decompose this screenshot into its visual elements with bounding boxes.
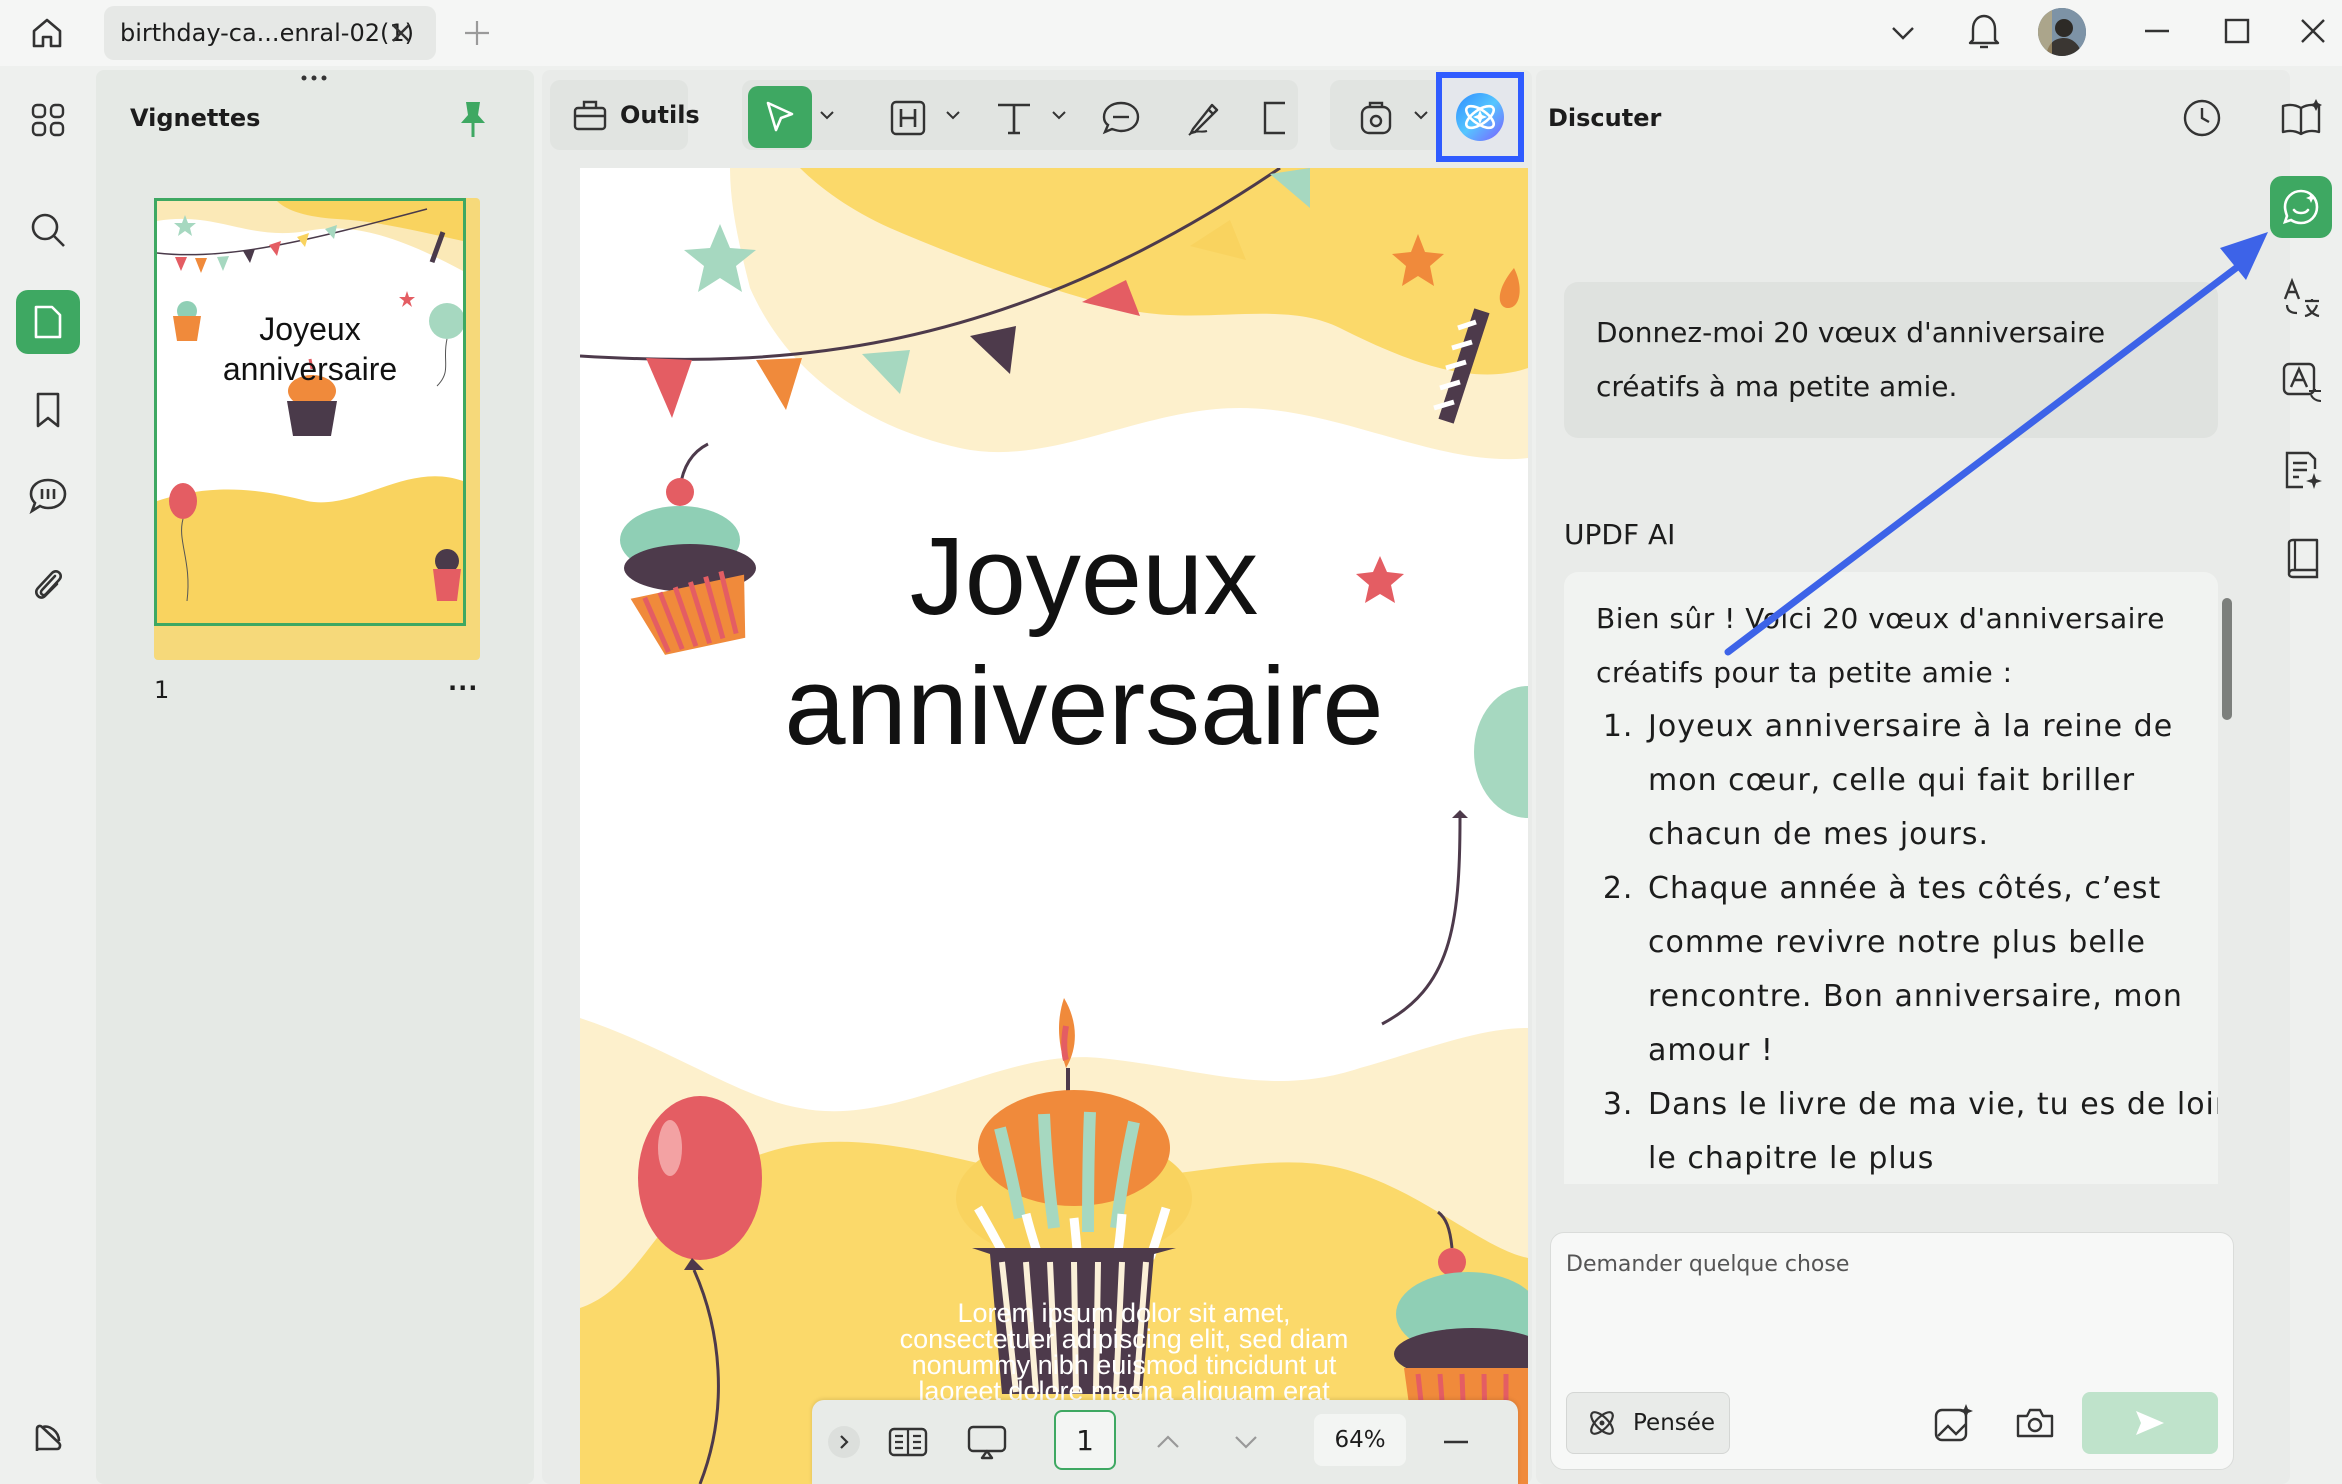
ai-response-bubble: Bien sûr ! Voici 20 vœux d'anniversaire … xyxy=(1564,572,2218,1184)
thumbnails-title: Vignettes xyxy=(130,104,261,132)
presentation-icon[interactable] xyxy=(964,1420,1010,1464)
comments-icon[interactable] xyxy=(22,472,74,520)
image-sparkle-icon[interactable] xyxy=(1930,1400,1976,1446)
lorem-line: nonummy nibh euismod tincidunt ut xyxy=(911,1350,1337,1380)
list-item: Dans le livre de ma vie, tu es de loin l… xyxy=(1644,1078,2218,1184)
list-item: Chaque année à tes côtés, c’est comme re… xyxy=(1644,862,2218,1078)
thumbnail-page-number: 1 xyxy=(154,676,170,704)
user-message-bubble: Donnez-moi 20 vœux d'anniversaire créati… xyxy=(1564,282,2218,438)
card-heading-line1: Joyeux xyxy=(909,515,1259,638)
bookmark-icon[interactable] xyxy=(24,386,72,434)
tab-title: birthday-ca...enral-02(1) xyxy=(120,19,414,47)
attachment-icon[interactable] xyxy=(26,560,70,608)
pin-icon[interactable] xyxy=(452,96,494,142)
translate-icon[interactable] xyxy=(2278,274,2326,322)
card-body-text: Lorem ipsum dolor sit amet, consectetuer… xyxy=(780,1298,1468,1405)
page-up-icon[interactable] xyxy=(1150,1424,1186,1460)
minimize-icon[interactable] xyxy=(2138,12,2176,50)
lorem-line: Lorem ipsum dolor sit amet, xyxy=(957,1298,1291,1328)
book-icon[interactable] xyxy=(2278,534,2326,582)
ai-intro-line: créatifs pour ta petite amie : xyxy=(1596,656,2013,689)
tools-button[interactable]: Outils xyxy=(550,80,700,150)
thumbnail-heading-line1: Joyeux xyxy=(259,311,361,347)
bell-icon[interactable] xyxy=(1964,8,2004,54)
svg-text:laoreet dolore magna aliquam e: laoreet dolore magna aliquam erat xyxy=(257,477,364,484)
ai-label: UPDF AI xyxy=(1564,518,1676,551)
ai-assistant-icon[interactable] xyxy=(2270,176,2332,238)
zoom-level[interactable]: 64% xyxy=(1314,1414,1406,1466)
ai-intro-line: Bien sûr ! Voici 20 vœux d'anniversaire xyxy=(1596,602,2166,635)
toolbox-icon xyxy=(572,98,608,132)
new-tab-icon[interactable] xyxy=(458,14,496,52)
window-close-icon[interactable] xyxy=(2294,12,2332,50)
comment-tool-icon[interactable] xyxy=(1096,94,1146,142)
tools-label: Outils xyxy=(620,101,700,129)
thinking-label: Pensée xyxy=(1633,1410,1716,1436)
pen-tool-icon[interactable] xyxy=(1180,94,1228,142)
card-heading-line2: anniversaire xyxy=(784,645,1384,768)
atom-icon xyxy=(1585,1406,1619,1440)
chat-input-placeholder: Demander quelque chose xyxy=(1566,1252,1850,1277)
search-icon[interactable] xyxy=(24,206,72,254)
avatar[interactable] xyxy=(2038,8,2086,56)
user-message-line: créatifs à ma petite amie. xyxy=(1596,370,1958,403)
history-icon[interactable] xyxy=(2180,96,2224,140)
user-message-line: Donnez-moi 20 vœux d'anniversaire xyxy=(1596,316,2106,349)
pages-icon[interactable] xyxy=(16,290,80,354)
left-sidebar xyxy=(0,66,96,1484)
ocr-translate-icon[interactable] xyxy=(2278,358,2326,406)
thumbnail-heading: Joyeux anniversaire xyxy=(157,309,463,389)
list-item: Joyeux anniversaire à la reine de mon cœ… xyxy=(1644,700,2218,862)
chevron-right-icon[interactable] xyxy=(828,1426,860,1458)
send-icon xyxy=(2136,1411,2164,1435)
highlight-tool-icon[interactable] xyxy=(884,94,932,142)
select-tool-button[interactable] xyxy=(748,86,812,148)
user-message: Donnez-moi 20 vœux d'anniversaire créati… xyxy=(1564,282,2218,414)
zoom-out-icon[interactable] xyxy=(1436,1424,1476,1460)
page-thumbnail[interactable]: Lorem ipsum dolor sit amet, consectetuer… xyxy=(154,198,466,626)
text-tool-icon[interactable] xyxy=(990,94,1038,142)
thinking-button[interactable]: Pensée xyxy=(1566,1392,1730,1454)
svg-text:Lorem ipsum dolor sit amet,: Lorem ipsum dolor sit amet, xyxy=(267,450,353,457)
thumbnail-heading-line2: anniversaire xyxy=(222,351,398,387)
grid-icon[interactable] xyxy=(24,96,72,144)
select-dropdown-icon[interactable] xyxy=(816,100,838,130)
text-dropdown-icon[interactable] xyxy=(1048,100,1070,130)
page-layout-icon[interactable] xyxy=(886,1420,930,1464)
svg-text:consectetuer adipiscing elit,: consectetuer adipiscing elit, sed xyxy=(260,459,359,466)
document-page: Joyeux anniversaire Lorem ipsum dolor si… xyxy=(580,168,1528,1484)
card-heading: Joyeux anniversaire xyxy=(580,512,1528,772)
camera-icon[interactable] xyxy=(2012,1400,2058,1446)
stamp-tool-icon[interactable] xyxy=(1352,94,1400,142)
thumbnail-more-button[interactable]: ... xyxy=(448,668,478,696)
stamp-dropdown-icon[interactable] xyxy=(1410,100,1432,130)
maximize-icon[interactable] xyxy=(2218,12,2256,50)
highlight-dropdown-icon[interactable] xyxy=(942,100,964,130)
summary-sparkle-icon[interactable] xyxy=(2278,446,2326,494)
updf-ai-button[interactable] xyxy=(1436,72,1524,162)
birthday-card-artwork xyxy=(580,168,1528,1484)
chevron-down-icon[interactable] xyxy=(1884,14,1922,52)
ai-wish-list: Joyeux anniversaire à la reine de mon cœ… xyxy=(1564,700,2218,1184)
document-tab[interactable]: birthday-ca...enral-02(1) xyxy=(104,6,436,60)
send-button[interactable] xyxy=(2082,1392,2218,1454)
layers-icon[interactable] xyxy=(26,1416,70,1460)
page-down-icon[interactable] xyxy=(1228,1424,1264,1460)
lorem-line: consectetuer adipiscing elit, sed diam xyxy=(899,1324,1349,1354)
drag-handle[interactable] xyxy=(296,70,332,84)
shape-tool-icon[interactable] xyxy=(1254,94,1294,142)
reader-sparkle-icon[interactable] xyxy=(2278,94,2326,142)
ai-intro: Bien sûr ! Voici 20 vœux d'anniversaire … xyxy=(1564,572,2218,700)
chat-scrollbar[interactable] xyxy=(2222,598,2232,720)
home-icon[interactable] xyxy=(24,12,70,54)
page-number-input[interactable]: 1 xyxy=(1054,1410,1116,1470)
svg-text:nonummy nibh euismod tincidunt: nonummy nibh euismod tincidunt xyxy=(259,468,361,475)
chat-title: Discuter xyxy=(1548,104,1662,132)
close-icon[interactable] xyxy=(384,16,418,50)
